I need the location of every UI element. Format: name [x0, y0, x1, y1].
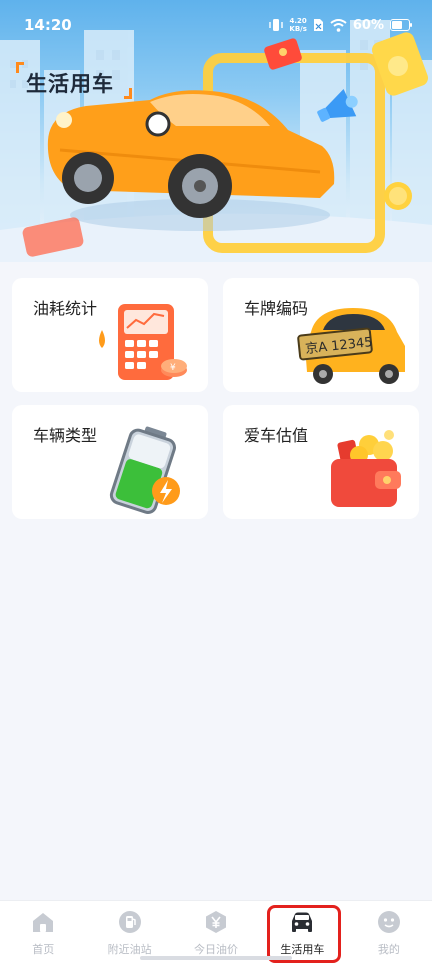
net-speed: 4.20 KB/s [289, 17, 306, 33]
card-plate-code[interactable]: 车牌编码 京A 12345 [223, 278, 419, 392]
home-indicator [140, 956, 292, 960]
card-label: 油耗统计 [33, 299, 98, 318]
card-label: 车辆类型 [33, 426, 98, 445]
status-icons: 4.20 KB/s 60% [269, 17, 412, 33]
tab-nearby-stations[interactable]: 附近油站 [86, 901, 172, 964]
card-label: 爱车估值 [244, 426, 309, 445]
tab-label: 生活用车 [280, 943, 325, 956]
net-speed-value: 4.20 [289, 17, 307, 25]
page-title: 生活用车 [26, 72, 114, 96]
svg-text:¥: ¥ [170, 363, 176, 373]
card-fuel-stats[interactable]: 油耗统计 ¥ [12, 278, 208, 392]
battery-percent: 60% [352, 17, 384, 33]
car-icon [289, 909, 315, 935]
fuel-pump-icon [117, 909, 143, 935]
hero-car [47, 90, 335, 231]
tab-label: 今日油价 [194, 943, 239, 956]
net-speed-unit: KB/s [289, 25, 307, 33]
title-bracket-left [16, 62, 24, 73]
battery-charging-icon [109, 426, 180, 514]
yuan-price-icon [203, 909, 229, 935]
tab-today-price[interactable]: 今日油价 [173, 901, 259, 964]
sim-icon [313, 18, 324, 32]
tab-life-car[interactable]: 生活用车 [259, 901, 345, 964]
home-icon [30, 909, 56, 935]
hero-banner: 14:20 4.20 KB/s 60% 生活用车 [0, 0, 432, 262]
tab-label: 首页 [32, 943, 55, 956]
wallet-coins-icon [331, 430, 401, 507]
tab-label: 附近油站 [107, 943, 152, 956]
status-bar: 14:20 4.20 KB/s 60% [0, 0, 432, 50]
card-vehicle-type[interactable]: 车辆类型 [12, 405, 208, 519]
card-car-valuation[interactable]: 爱车估值 [223, 405, 419, 519]
fuel-calculator-icon: ¥ [99, 304, 187, 380]
tab-profile[interactable]: 我的 [346, 901, 432, 964]
tab-home[interactable]: 首页 [0, 901, 86, 964]
battery-icon [390, 19, 412, 31]
status-time: 14:20 [24, 16, 72, 34]
vibrate-icon [269, 18, 284, 32]
wifi-icon [330, 18, 347, 32]
license-plate-car-icon: 京A 12345 [297, 308, 405, 384]
tab-label: 我的 [377, 943, 400, 956]
profile-icon [376, 909, 402, 935]
bottom-tab-bar: 首页 附近油站 今日油价 生活用车 我的 [0, 900, 432, 964]
title-bracket-right [124, 88, 132, 99]
